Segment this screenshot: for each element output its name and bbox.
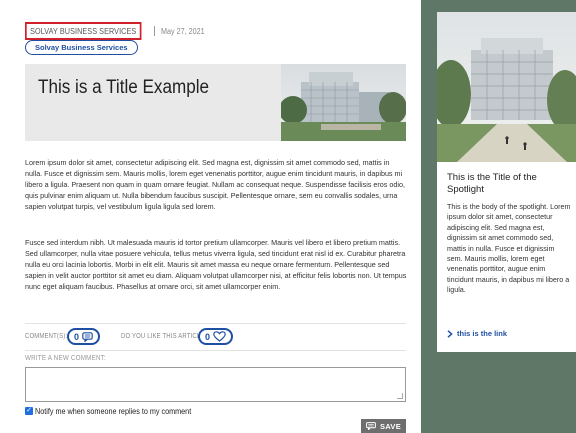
comments-count: 0 <box>74 331 80 342</box>
hero-image <box>281 64 406 141</box>
spotlight-link[interactable]: this is the link <box>447 329 507 338</box>
article-source[interactable]: SOLVAY BUSINESS SERVICES <box>25 22 142 40</box>
spotlight-body: This is the body of the spotlight. Lorem… <box>447 202 571 295</box>
article-paragraph-1: Lorem ipsum dolor sit amet, consectetur … <box>25 158 405 212</box>
comments-label: COMMENT(S): <box>25 333 68 340</box>
save-label: SAVE <box>379 421 402 431</box>
category-tag[interactable]: Solvay Business Services <box>25 40 138 55</box>
article-panel: SOLVAY BUSINESS SERVICES May 27, 2021 So… <box>0 0 421 433</box>
spotlight-title: This is the Title of the Spotlight <box>447 172 537 195</box>
like-button[interactable]: 0 <box>198 328 234 345</box>
notify-checkbox[interactable]: ✓ <box>25 407 33 415</box>
comment-icon <box>366 422 376 430</box>
resize-handle[interactable] <box>397 393 403 399</box>
divider <box>25 350 406 351</box>
article-hero: This is a Title Example <box>25 64 406 141</box>
notify-label: Notify me when someone replies to my com… <box>35 406 192 416</box>
spotlight-image <box>437 12 576 162</box>
chevron-right-icon <box>447 329 453 338</box>
spotlight-card: This is the Title of the Spotlight This … <box>437 12 576 352</box>
comment-textarea[interactable] <box>25 367 406 402</box>
divider <box>25 323 406 324</box>
article-meta: SOLVAY BUSINESS SERVICES May 27, 2021 <box>25 22 209 40</box>
notify-option: ✓ Notify me when someone replies to my c… <box>25 406 219 416</box>
article-title: This is a Title Example <box>38 77 210 98</box>
comments-count-button[interactable]: 0 <box>67 328 101 345</box>
heart-icon <box>213 331 226 342</box>
comment-label: WRITE A NEW COMMENT: <box>25 355 106 362</box>
meta-divider <box>153 26 155 36</box>
like-count: 0 <box>205 331 211 342</box>
like-label: DO YOU LIKE THIS ARTICLE: <box>121 333 207 340</box>
save-button[interactable]: SAVE <box>361 419 406 433</box>
spotlight-link-text: this is the link <box>457 329 508 338</box>
article-paragraph-2: Fusce sed interdum nibh. Ut malesuada ma… <box>25 238 407 292</box>
article-date: May 27, 2021 <box>160 26 205 36</box>
comment-icon <box>82 331 93 342</box>
